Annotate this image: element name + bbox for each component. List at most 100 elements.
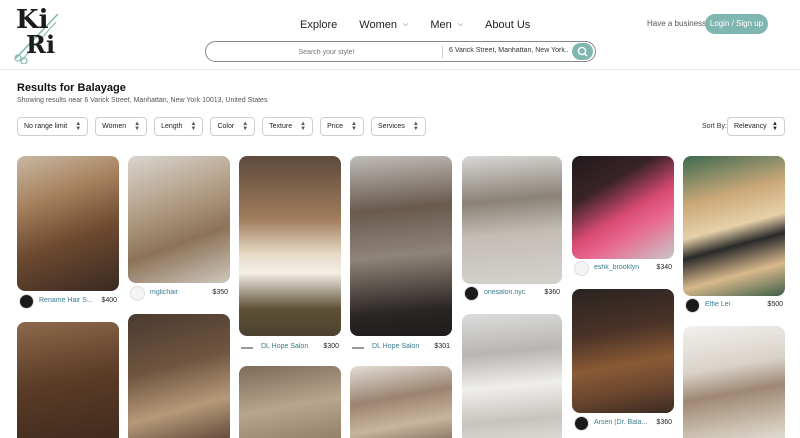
price-label: $360 bbox=[656, 419, 672, 426]
salon-name-link[interactable]: DL Hope Salon bbox=[372, 343, 419, 350]
card-info: Effie Lei $500 bbox=[683, 298, 785, 314]
hairstyle-photo[interactable] bbox=[572, 156, 674, 259]
hairstyle-photo[interactable] bbox=[572, 289, 674, 413]
filter-gender[interactable]: Women ▲ ▼ bbox=[95, 117, 148, 136]
filter-length-label: Length bbox=[161, 123, 183, 130]
nav-men-label: Men bbox=[430, 19, 452, 31]
style-card[interactable] bbox=[462, 314, 562, 438]
updown-icon: ▲ ▼ bbox=[772, 120, 778, 132]
nav-women[interactable]: Women ⌵ bbox=[359, 19, 408, 31]
hairstyle-photo[interactable] bbox=[350, 366, 452, 438]
nav-women-label: Women bbox=[359, 19, 397, 31]
hairstyle-photo[interactable] bbox=[17, 156, 119, 291]
salon-name-link[interactable]: Rename Hair S... bbox=[39, 297, 93, 304]
kiri-logo[interactable]: Ki Ri bbox=[12, 6, 64, 64]
card-info: Rename Hair S... $400 bbox=[17, 294, 119, 310]
hairstyle-photo[interactable] bbox=[239, 366, 341, 438]
have-a-business-link[interactable]: Have a business? bbox=[647, 19, 711, 28]
header: Ki Ri Explore Women ⌵ Men ⌵ About Us Have … bbox=[0, 0, 800, 70]
filter-price[interactable]: Price ▲ ▼ bbox=[320, 117, 364, 136]
hairstyle-photo[interactable] bbox=[683, 326, 785, 438]
price-label: $300 bbox=[323, 343, 339, 350]
price-label: $340 bbox=[656, 264, 672, 271]
hairstyle-photo[interactable] bbox=[128, 314, 230, 438]
price-label: $500 bbox=[767, 301, 783, 308]
salon-name-link[interactable]: DL Hope Salon bbox=[261, 343, 308, 350]
filter-length[interactable]: Length ▲ ▼ bbox=[154, 117, 204, 136]
style-card[interactable] bbox=[350, 366, 452, 438]
sort-select[interactable]: Relevancy ▲ ▼ bbox=[727, 117, 785, 136]
style-card[interactable]: mglichair $350 bbox=[128, 156, 230, 302]
style-search-input[interactable] bbox=[214, 45, 439, 59]
updown-icon: ▲ ▼ bbox=[134, 120, 141, 132]
salon-avatar[interactable] bbox=[19, 294, 34, 309]
style-card[interactable]: eshk_brooklyn $340 bbox=[572, 156, 674, 276]
hairstyle-photo[interactable] bbox=[462, 156, 562, 284]
filter-gender-label: Women bbox=[102, 123, 127, 130]
style-card[interactable]: Arsen (Dr. Bala... $360 bbox=[572, 289, 674, 431]
hairstyle-photo[interactable] bbox=[462, 314, 562, 438]
chevron-down-icon: ⌵ bbox=[457, 21, 464, 28]
salon-avatar[interactable] bbox=[130, 286, 145, 301]
sort-label: Sort By: bbox=[702, 123, 727, 130]
hairstyle-photo[interactable] bbox=[683, 156, 785, 296]
main-nav: Explore Women ⌵ Men ⌵ About Us bbox=[300, 16, 552, 34]
filter-services[interactable]: Services ▲ ▼ bbox=[370, 117, 426, 136]
salon-avatar[interactable] bbox=[352, 347, 364, 349]
salon-name-link[interactable]: mglichair bbox=[150, 289, 178, 296]
filter-services-label: Services bbox=[377, 123, 405, 130]
card-info: eshk_brooklyn $340 bbox=[572, 261, 674, 277]
results-title: Results for Balayage bbox=[17, 82, 126, 94]
salon-name-link[interactable]: Arsen (Dr. Bala... bbox=[594, 419, 647, 426]
filter-range[interactable]: No range limit ▲ ▼ bbox=[17, 117, 89, 136]
login-signup-button[interactable]: Login / Sign up bbox=[705, 14, 768, 34]
card-info: mglichair $350 bbox=[128, 286, 230, 302]
search-button[interactable] bbox=[572, 43, 593, 60]
salon-avatar[interactable] bbox=[685, 298, 700, 313]
style-card[interactable] bbox=[128, 314, 230, 438]
salon-avatar[interactable] bbox=[241, 347, 253, 349]
filter-color-label: Color bbox=[217, 123, 235, 130]
price-label: $350 bbox=[212, 289, 228, 296]
card-info: Arsen (Dr. Bala... $360 bbox=[572, 416, 674, 432]
price-label: $400 bbox=[101, 297, 117, 304]
results-subtitle: Showing results near 6 Varick Street, Ma… bbox=[17, 97, 268, 104]
hairstyle-photo[interactable] bbox=[128, 156, 230, 283]
location-input[interactable]: 6 Varick Street, Manhattan, New York... bbox=[449, 47, 569, 54]
nav-about-us[interactable]: About Us bbox=[485, 19, 530, 31]
search-divider bbox=[442, 46, 443, 58]
search-bar: 6 Varick Street, Manhattan, New York... bbox=[205, 41, 596, 62]
style-card[interactable] bbox=[239, 366, 341, 438]
updown-icon: ▲ ▼ bbox=[242, 120, 249, 132]
updown-icon: ▲ ▼ bbox=[300, 120, 307, 132]
filter-bar: No range limit ▲ ▼ Women ▲ ▼ Length ▲ ▼ Color ▲… bbox=[17, 117, 433, 136]
filter-texture-label: Texture bbox=[269, 123, 293, 130]
style-card[interactable]: onesalon.nyc $360 bbox=[462, 156, 562, 302]
salon-name-link[interactable]: onesalon.nyc bbox=[484, 289, 525, 296]
style-card[interactable]: Effie Lei $500 bbox=[683, 156, 785, 314]
card-info: DL Hope Salon $300 bbox=[239, 340, 341, 356]
style-card[interactable]: DL Hope Salon $300 bbox=[239, 156, 341, 354]
style-card[interactable]: DL Hope Salon $301 bbox=[350, 156, 452, 354]
salon-avatar[interactable] bbox=[464, 286, 479, 301]
price-label: $360 bbox=[544, 289, 560, 296]
updown-icon: ▲ ▼ bbox=[351, 120, 357, 132]
updown-icon: ▲ ▼ bbox=[412, 120, 419, 132]
salon-name-link[interactable]: Effie Lei bbox=[705, 301, 730, 308]
updown-icon: ▲ ▼ bbox=[190, 120, 197, 132]
updown-icon: ▲ ▼ bbox=[75, 120, 82, 132]
hairstyle-photo[interactable] bbox=[239, 156, 341, 336]
salon-avatar[interactable] bbox=[574, 416, 589, 431]
hairstyle-photo[interactable] bbox=[17, 322, 119, 438]
chevron-down-icon: ⌵ bbox=[403, 21, 409, 28]
filter-color[interactable]: Color ▲ ▼ bbox=[210, 117, 256, 136]
salon-name-link[interactable]: eshk_brooklyn bbox=[594, 264, 639, 271]
filter-texture[interactable]: Texture ▲ ▼ bbox=[262, 117, 314, 136]
salon-avatar[interactable] bbox=[574, 261, 589, 276]
nav-explore[interactable]: Explore bbox=[300, 19, 337, 31]
nav-men[interactable]: Men ⌵ bbox=[430, 19, 463, 31]
hairstyle-photo[interactable] bbox=[350, 156, 452, 336]
style-card[interactable] bbox=[17, 322, 119, 438]
style-card[interactable] bbox=[683, 326, 785, 438]
style-card[interactable]: Rename Hair S... $400 bbox=[17, 156, 119, 310]
